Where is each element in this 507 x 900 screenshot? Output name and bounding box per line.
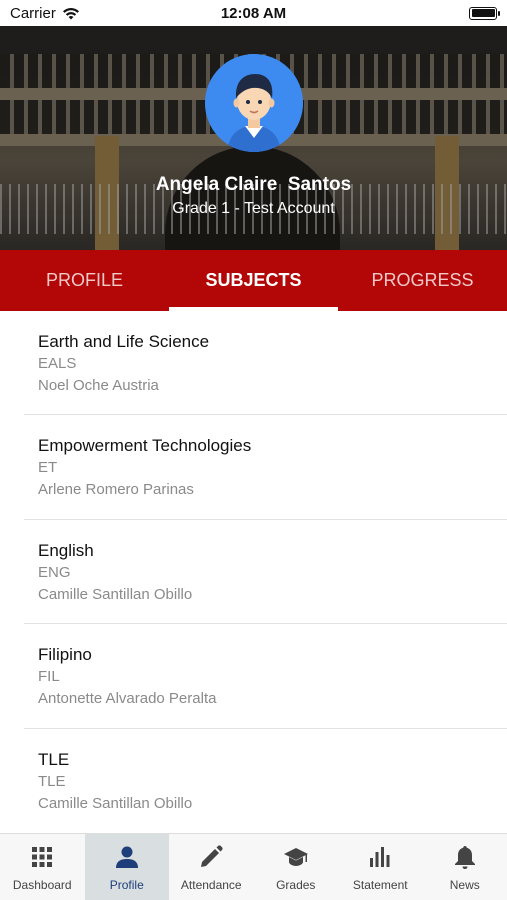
student-name: Angela Claire Santos	[155, 174, 352, 195]
status-left: Carrier	[10, 5, 80, 22]
tab-subjects[interactable]: SUBJECTS	[169, 250, 338, 311]
subject-item[interactable]: English ENG Camille Santillan Obillo	[0, 520, 507, 625]
subject-item[interactable]: Filipino FIL Antonette Alvarado Peralta	[0, 624, 507, 729]
subject-code: TLE	[38, 772, 66, 790]
subject-code: ENG	[38, 563, 71, 581]
graduation-cap-icon	[283, 848, 308, 866]
nav-attendance[interactable]: Attendance	[169, 834, 254, 900]
pencil-icon	[201, 845, 223, 867]
subject-name: Filipino	[38, 645, 92, 665]
nav-label: Profile	[109, 878, 144, 892]
battery-level	[471, 9, 495, 17]
nav-news[interactable]: News	[423, 834, 507, 900]
subject-teacher: Camille Santillan Obillo	[38, 585, 193, 603]
subject-name: Empowerment Technologies	[38, 436, 252, 456]
bell-icon	[454, 846, 475, 869]
tab-progress[interactable]: PROGRESS	[338, 250, 507, 311]
status-bar: Carrier 12:08 AM	[0, 0, 507, 26]
subject-name: TLE	[38, 749, 70, 769]
subject-teacher: Camille Santillan Obillo	[38, 794, 193, 812]
bottom-nav: Dashboard Profile Attendance Grades Stat…	[0, 833, 507, 900]
person-icon	[115, 846, 138, 868]
nav-label: Grades	[276, 878, 316, 892]
nav-profile[interactable]: Profile	[84, 834, 169, 900]
tab-bar: PROFILE SUBJECTS PROGRESS	[0, 250, 507, 311]
tab-profile[interactable]: PROFILE	[0, 250, 169, 311]
subject-code: FIL	[38, 668, 60, 686]
avatar[interactable]	[205, 54, 303, 152]
wifi-icon	[62, 7, 79, 20]
subject-teacher: Antonette Alvarado Peralta	[38, 690, 217, 708]
student-grade: Grade 1 - Test Account	[172, 200, 335, 217]
battery-icon	[469, 6, 500, 20]
subject-teacher: Noel Oche Austria	[38, 377, 159, 394]
nav-label: News	[449, 878, 480, 892]
subject-item[interactable]: Empowerment Technologies ET Arlene Romer…	[0, 415, 507, 521]
subject-code: EALS	[38, 355, 77, 372]
grid-icon	[32, 847, 53, 867]
subject-teacher: Arlene Romero Parinas	[38, 481, 194, 499]
subject-item[interactable]: TLE TLE Camille Santillan Obillo	[0, 729, 507, 833]
nav-label: Attendance	[180, 878, 242, 892]
subject-code: ET	[38, 459, 58, 477]
bar-chart-icon	[370, 847, 390, 867]
subject-name: English	[38, 540, 94, 560]
nav-label: Statement	[352, 878, 408, 892]
nav-statement[interactable]: Statement	[338, 834, 423, 900]
student-avatar-icon	[205, 54, 303, 152]
nav-label: Dashboard	[12, 878, 72, 892]
nav-dashboard[interactable]: Dashboard	[0, 834, 85, 900]
carrier-label: Carrier	[10, 4, 56, 22]
profile-header: Angela Claire Santos Grade 1 - Test Acco…	[0, 26, 507, 250]
subject-list: Earth and Life Science EALS Noel Oche Au…	[0, 311, 507, 833]
subject-name: Earth and Life Science	[38, 332, 210, 351]
subject-item[interactable]: Earth and Life Science EALS Noel Oche Au…	[0, 311, 507, 416]
nav-grades[interactable]: Grades	[254, 834, 339, 900]
